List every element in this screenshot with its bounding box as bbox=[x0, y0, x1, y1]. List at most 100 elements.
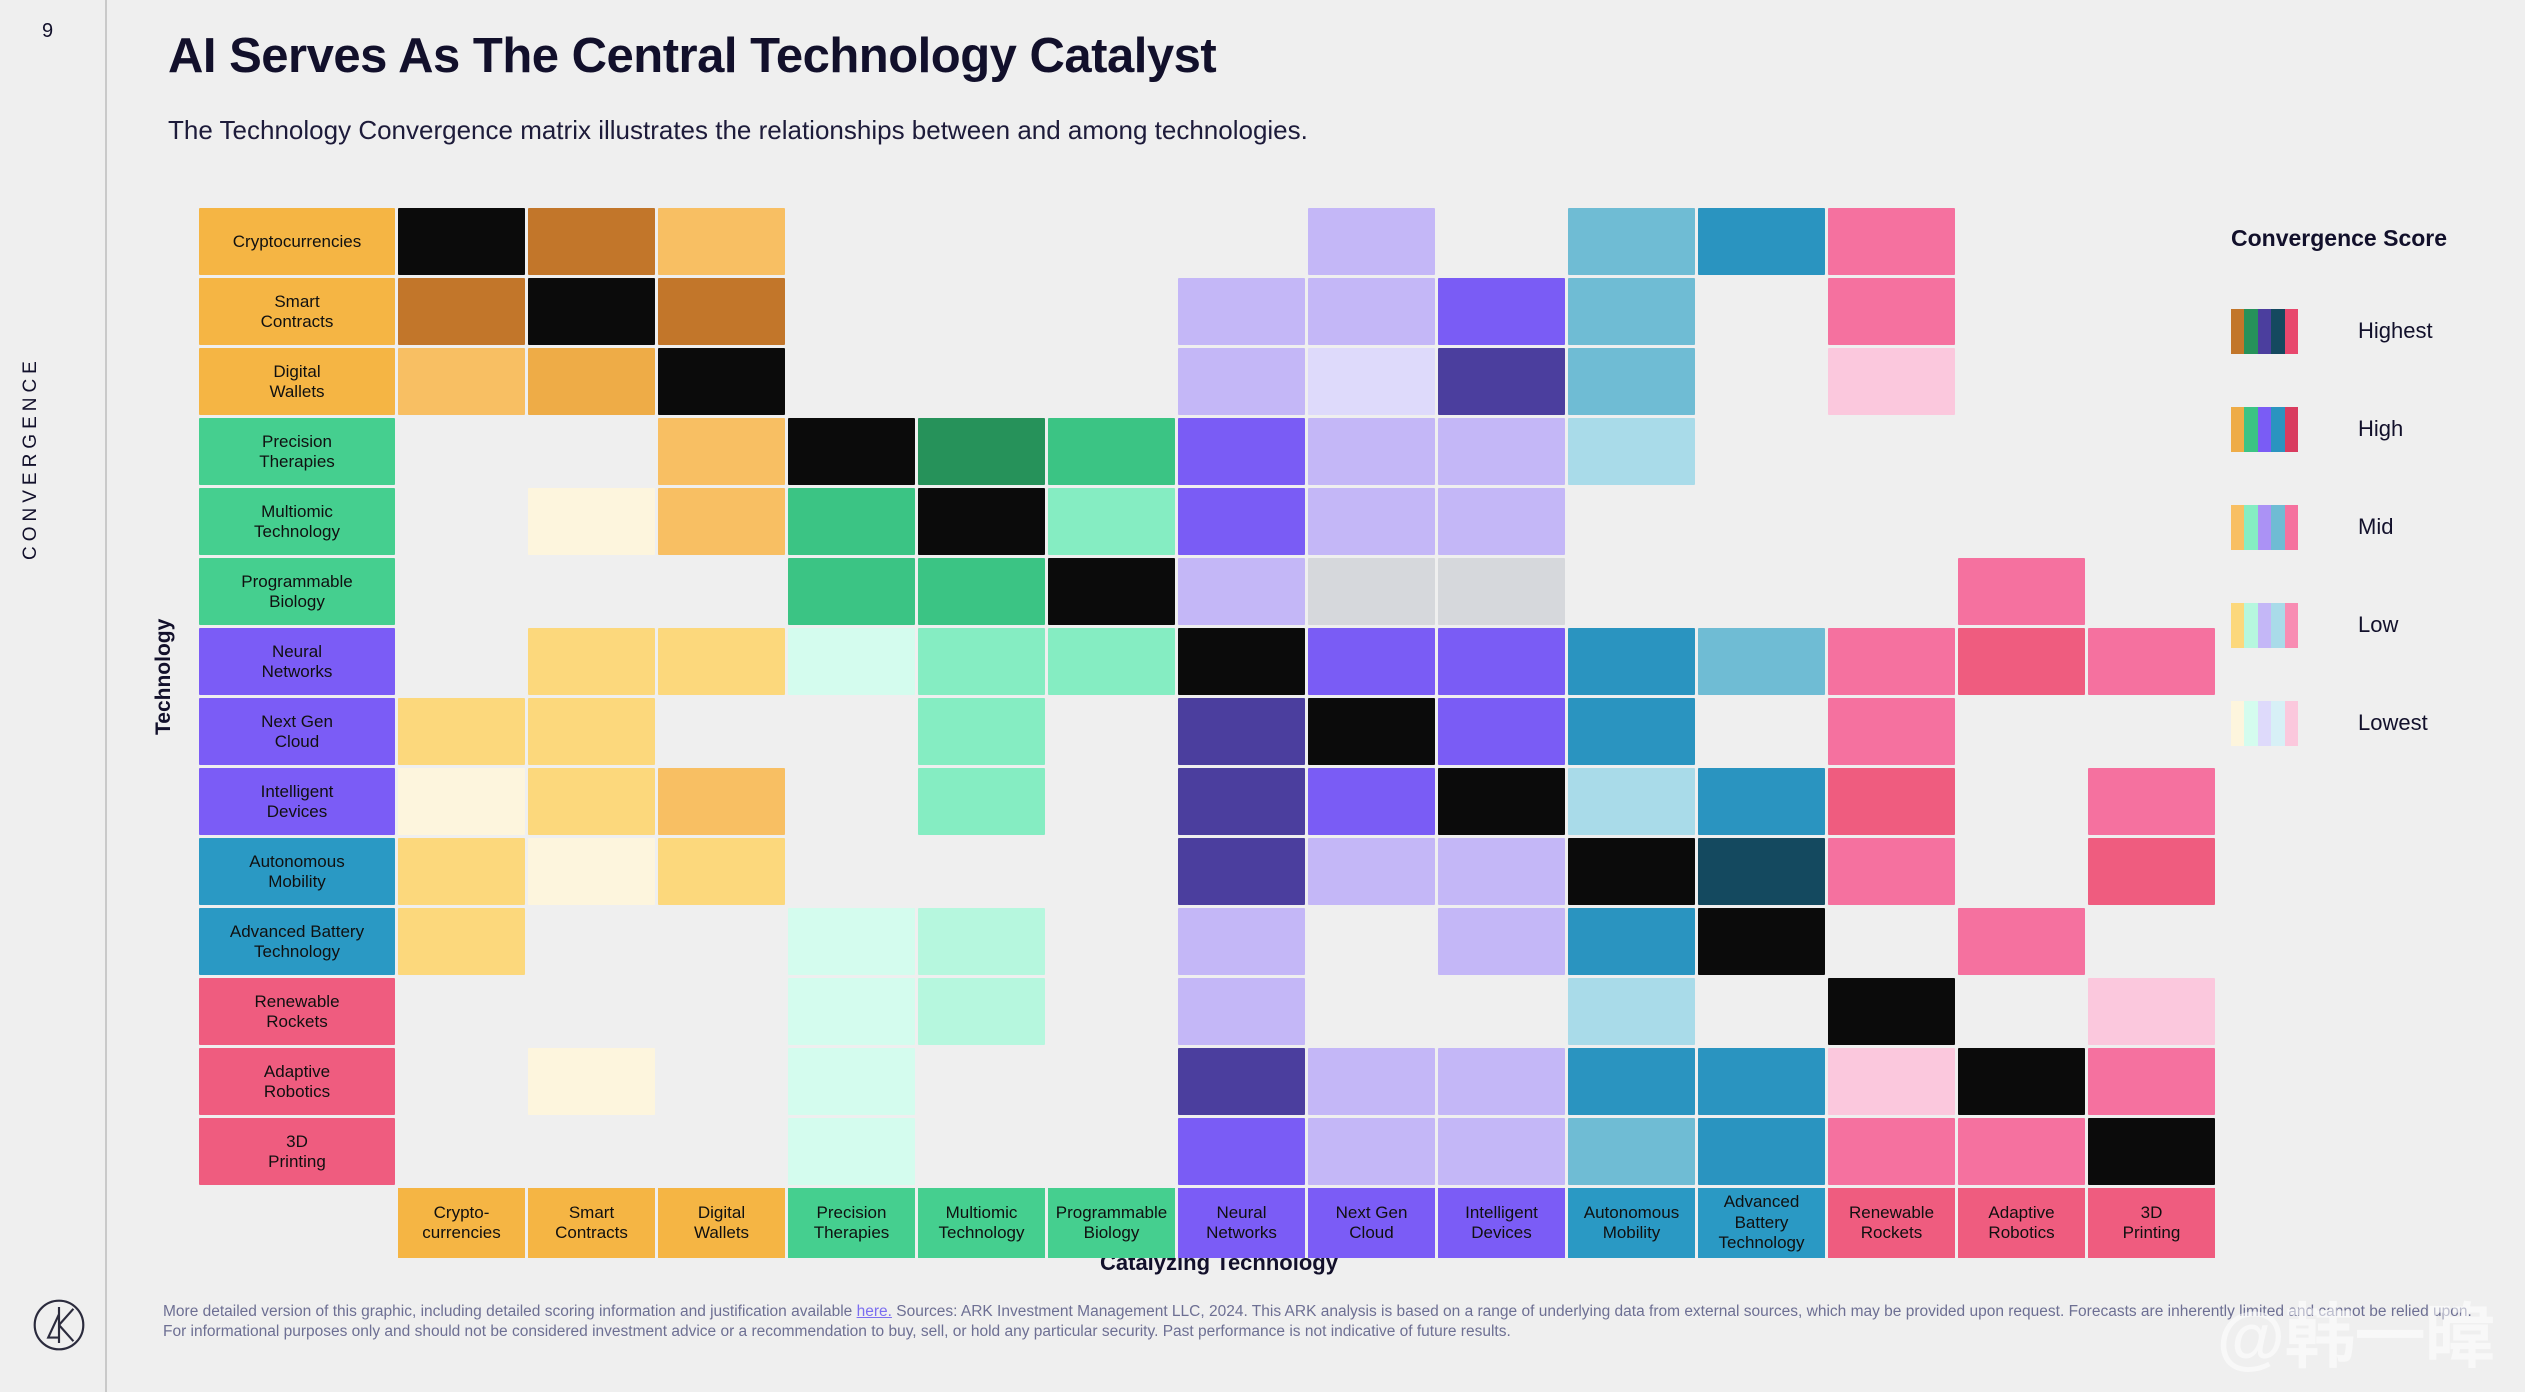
matrix-cell[interactable] bbox=[1308, 768, 1435, 835]
matrix-row-label[interactable]: Neural Networks bbox=[199, 628, 395, 695]
matrix-column-label[interactable]: Renewable Rockets bbox=[1828, 1188, 1955, 1258]
matrix-cell[interactable] bbox=[788, 908, 915, 975]
matrix-cell[interactable] bbox=[1438, 558, 1565, 625]
matrix-row-label[interactable]: Advanced Battery Technology bbox=[199, 908, 395, 975]
matrix-cell[interactable] bbox=[1828, 208, 1955, 275]
matrix-cell[interactable] bbox=[1308, 698, 1435, 765]
matrix-cell[interactable] bbox=[1178, 1118, 1305, 1185]
matrix-cell[interactable] bbox=[1568, 208, 1695, 275]
matrix-column-label[interactable]: Precision Therapies bbox=[788, 1188, 915, 1258]
matrix-cell[interactable] bbox=[1048, 558, 1175, 625]
matrix-cell[interactable] bbox=[1308, 278, 1435, 345]
matrix-cell[interactable] bbox=[1568, 908, 1695, 975]
matrix-cell[interactable] bbox=[1698, 208, 1825, 275]
matrix-cell[interactable] bbox=[1438, 838, 1565, 905]
matrix-cell[interactable] bbox=[1178, 698, 1305, 765]
matrix-cell[interactable] bbox=[1308, 208, 1435, 275]
matrix-cell[interactable] bbox=[1698, 1118, 1825, 1185]
matrix-cell[interactable] bbox=[658, 418, 785, 485]
matrix-cell[interactable] bbox=[1178, 768, 1305, 835]
matrix-cell[interactable] bbox=[1568, 838, 1695, 905]
matrix-cell[interactable] bbox=[1958, 558, 2085, 625]
matrix-cell[interactable] bbox=[1438, 768, 1565, 835]
matrix-cell[interactable] bbox=[1438, 908, 1565, 975]
matrix-cell[interactable] bbox=[528, 488, 655, 555]
matrix-cell[interactable] bbox=[1178, 418, 1305, 485]
matrix-cell[interactable] bbox=[1438, 1048, 1565, 1115]
matrix-cell[interactable] bbox=[1438, 418, 1565, 485]
matrix-cell[interactable] bbox=[788, 558, 915, 625]
matrix-cell[interactable] bbox=[398, 768, 525, 835]
matrix-cell[interactable] bbox=[918, 558, 1045, 625]
matrix-cell[interactable] bbox=[1308, 838, 1435, 905]
matrix-cell[interactable] bbox=[1438, 278, 1565, 345]
matrix-row-label[interactable]: Autonomous Mobility bbox=[199, 838, 395, 905]
footer-here-link[interactable]: here. bbox=[857, 1303, 892, 1320]
matrix-cell[interactable] bbox=[1438, 348, 1565, 415]
matrix-row-label[interactable]: Next Gen Cloud bbox=[199, 698, 395, 765]
matrix-column-label[interactable]: Advanced Battery Technology bbox=[1698, 1188, 1825, 1258]
matrix-cell[interactable] bbox=[1438, 488, 1565, 555]
matrix-cell[interactable] bbox=[528, 628, 655, 695]
matrix-cell[interactable] bbox=[1308, 348, 1435, 415]
matrix-cell[interactable] bbox=[658, 768, 785, 835]
matrix-row-label[interactable]: Programmable Biology bbox=[199, 558, 395, 625]
matrix-cell[interactable] bbox=[918, 908, 1045, 975]
matrix-cell[interactable] bbox=[918, 768, 1045, 835]
matrix-cell[interactable] bbox=[1828, 978, 1955, 1045]
matrix-cell[interactable] bbox=[2088, 1118, 2215, 1185]
matrix-cell[interactable] bbox=[658, 348, 785, 415]
matrix-cell[interactable] bbox=[1178, 348, 1305, 415]
matrix-cell[interactable] bbox=[1308, 418, 1435, 485]
matrix-cell[interactable] bbox=[1048, 418, 1175, 485]
matrix-cell[interactable] bbox=[1958, 908, 2085, 975]
matrix-cell[interactable] bbox=[1698, 838, 1825, 905]
matrix-cell[interactable] bbox=[2088, 1048, 2215, 1115]
matrix-cell[interactable] bbox=[1308, 488, 1435, 555]
matrix-cell[interactable] bbox=[1308, 1048, 1435, 1115]
matrix-cell[interactable] bbox=[658, 208, 785, 275]
matrix-cell[interactable] bbox=[1308, 558, 1435, 625]
matrix-cell[interactable] bbox=[788, 418, 915, 485]
matrix-cell[interactable] bbox=[398, 208, 525, 275]
matrix-cell[interactable] bbox=[1568, 1118, 1695, 1185]
matrix-cell[interactable] bbox=[788, 488, 915, 555]
matrix-cell[interactable] bbox=[918, 418, 1045, 485]
matrix-cell[interactable] bbox=[788, 1118, 915, 1185]
matrix-row-label[interactable]: Digital Wallets bbox=[199, 348, 395, 415]
matrix-cell[interactable] bbox=[1828, 278, 1955, 345]
matrix-cell[interactable] bbox=[528, 278, 655, 345]
matrix-cell[interactable] bbox=[1828, 838, 1955, 905]
matrix-cell[interactable] bbox=[1568, 348, 1695, 415]
matrix-cell[interactable] bbox=[528, 768, 655, 835]
matrix-cell[interactable] bbox=[1828, 1048, 1955, 1115]
matrix-cell[interactable] bbox=[1958, 1048, 2085, 1115]
matrix-cell[interactable] bbox=[1828, 628, 1955, 695]
matrix-cell[interactable] bbox=[918, 488, 1045, 555]
matrix-cell[interactable] bbox=[788, 1048, 915, 1115]
matrix-cell[interactable] bbox=[1438, 1118, 1565, 1185]
matrix-cell[interactable] bbox=[1828, 1118, 1955, 1185]
matrix-column-label[interactable]: Neural Networks bbox=[1178, 1188, 1305, 1258]
matrix-row-label[interactable]: Adaptive Robotics bbox=[199, 1048, 395, 1115]
matrix-cell[interactable] bbox=[398, 698, 525, 765]
matrix-cell[interactable] bbox=[1568, 698, 1695, 765]
matrix-cell[interactable] bbox=[658, 838, 785, 905]
matrix-cell[interactable] bbox=[1828, 348, 1955, 415]
matrix-cell[interactable] bbox=[1568, 278, 1695, 345]
matrix-row-label[interactable]: 3D Printing bbox=[199, 1118, 395, 1185]
matrix-cell[interactable] bbox=[1178, 488, 1305, 555]
matrix-cell[interactable] bbox=[658, 278, 785, 345]
matrix-cell[interactable] bbox=[1568, 418, 1695, 485]
matrix-cell[interactable] bbox=[658, 488, 785, 555]
matrix-cell[interactable] bbox=[1828, 698, 1955, 765]
matrix-cell[interactable] bbox=[1178, 558, 1305, 625]
matrix-cell[interactable] bbox=[1568, 628, 1695, 695]
matrix-cell[interactable] bbox=[1178, 628, 1305, 695]
matrix-cell[interactable] bbox=[2088, 768, 2215, 835]
matrix-cell[interactable] bbox=[1958, 1118, 2085, 1185]
matrix-cell[interactable] bbox=[1438, 698, 1565, 765]
matrix-cell[interactable] bbox=[1438, 628, 1565, 695]
matrix-cell[interactable] bbox=[658, 628, 785, 695]
matrix-column-label[interactable]: Crypto-currencies bbox=[398, 1188, 525, 1258]
